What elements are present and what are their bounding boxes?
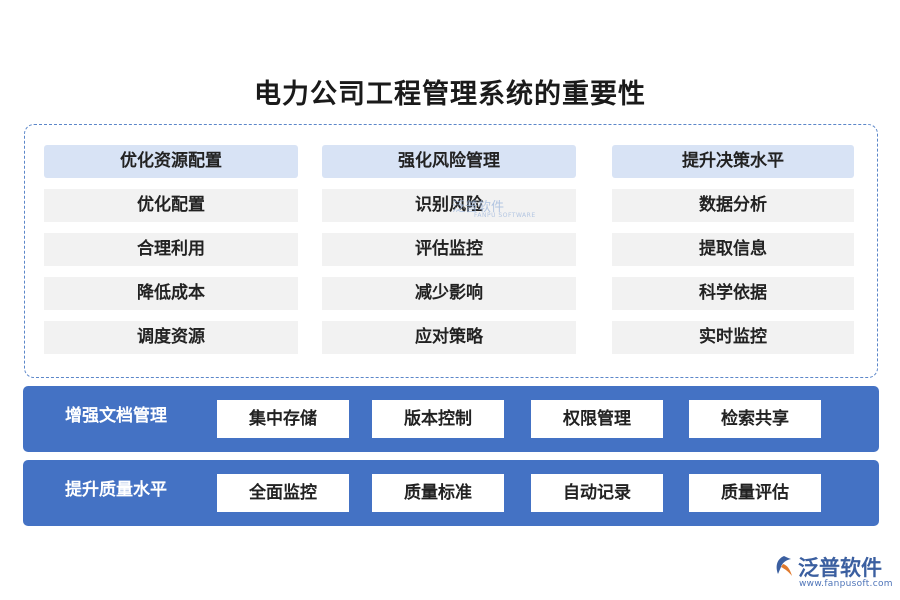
column-item: 数据分析 bbox=[612, 189, 854, 222]
column-item: 降低成本 bbox=[44, 277, 298, 310]
logo-url: www.fanpusoft.com bbox=[799, 579, 893, 589]
column-item: 应对策略 bbox=[322, 321, 576, 354]
band-label: 提升质量水平 bbox=[65, 480, 167, 500]
band-quality-level: 提升质量水平 全面监控 质量标准 自动记录 质量评估 bbox=[23, 460, 879, 526]
column-item: 调度资源 bbox=[44, 321, 298, 354]
band-item: 自动记录 bbox=[531, 474, 663, 512]
column-item: 评估监控 bbox=[322, 233, 576, 266]
logo-name: 泛普软件 bbox=[798, 556, 882, 580]
watermark: 泛普软件 FANPU SOFTWARE bbox=[452, 196, 536, 219]
column-item: 科学依据 bbox=[612, 277, 854, 310]
fanpu-logo-icon bbox=[776, 556, 792, 576]
page-title: 电力公司工程管理系统的重要性 bbox=[254, 79, 646, 110]
column-optimize-resources: 优化资源配置 优化配置 合理利用 降低成本 调度资源 bbox=[44, 145, 298, 354]
band-item: 集中存储 bbox=[217, 400, 349, 438]
watermark-sub: FANPU SOFTWARE bbox=[474, 212, 536, 219]
column-item: 优化配置 bbox=[44, 189, 298, 222]
band-item: 检索共享 bbox=[689, 400, 821, 438]
column-header: 提升决策水平 bbox=[612, 145, 854, 178]
column-item: 减少影响 bbox=[322, 277, 576, 310]
column-header: 优化资源配置 bbox=[44, 145, 298, 178]
band-item: 版本控制 bbox=[372, 400, 504, 438]
band-item: 全面监控 bbox=[217, 474, 349, 512]
band-item: 权限管理 bbox=[531, 400, 663, 438]
column-item: 识别风险 bbox=[322, 189, 576, 222]
column-item: 实时监控 bbox=[612, 321, 854, 354]
band-label: 增强文档管理 bbox=[65, 406, 167, 426]
column-item: 提取信息 bbox=[612, 233, 854, 266]
column-risk-management: 强化风险管理 识别风险 评估监控 减少影响 应对策略 bbox=[322, 145, 576, 354]
band-document-management: 增强文档管理 集中存储 版本控制 权限管理 检索共享 bbox=[23, 386, 879, 452]
column-header: 强化风险管理 bbox=[322, 145, 576, 178]
band-item: 质量评估 bbox=[689, 474, 821, 512]
band-item: 质量标准 bbox=[372, 474, 504, 512]
column-decision-making: 提升决策水平 数据分析 提取信息 科学依据 实时监控 bbox=[612, 145, 854, 354]
column-item: 合理利用 bbox=[44, 233, 298, 266]
